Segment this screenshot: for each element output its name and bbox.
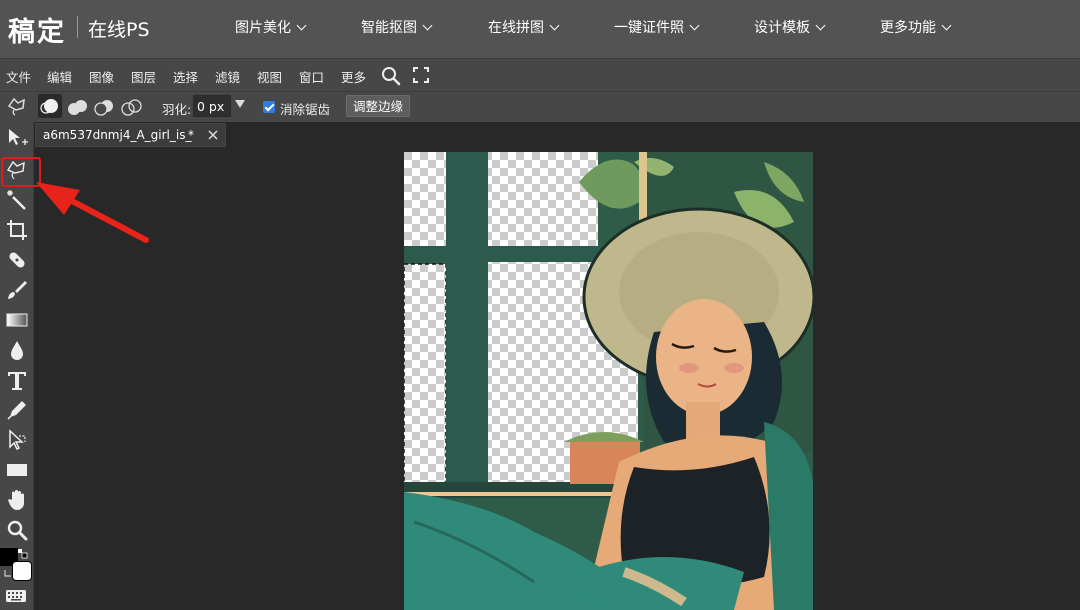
document-tab-title: a6m537dnmj4_A_girl_is_ <box>43 128 192 142</box>
document-modified-indicator: * <box>188 128 194 142</box>
feather-label: 羽化: <box>162 102 192 117</box>
zoom-tool-icon <box>7 520 27 540</box>
crop-tool[interactable] <box>4 217 29 242</box>
blur-tool-icon <box>10 340 23 360</box>
blur-tool[interactable] <box>4 337 29 362</box>
brush-tool-icon <box>7 280 27 299</box>
nav-label: 一键证件照 <box>614 20 684 36</box>
new-selection-icon <box>40 99 58 114</box>
magic-wand-tool[interactable] <box>4 187 29 212</box>
menu-select[interactable]: 选择 <box>173 67 198 86</box>
gradient-tool-icon <box>6 313 27 326</box>
nav-label: 在线拼图 <box>488 20 544 36</box>
nav-label: 设计模板 <box>754 20 810 36</box>
nav-label: 图片美化 <box>235 20 291 36</box>
new-selection-mode-button[interactable] <box>38 94 62 118</box>
background-color-swatch[interactable] <box>12 561 32 581</box>
reset-colors-icon[interactable] <box>3 568 13 578</box>
subtract-selection-icon[interactable] <box>93 96 117 118</box>
text-tool[interactable] <box>4 367 29 392</box>
menu-view[interactable]: 视图 <box>257 67 282 86</box>
menu-filter[interactable]: 滤镜 <box>215 67 240 86</box>
nav-label: 更多功能 <box>880 20 936 36</box>
document-tab[interactable]: a6m537dnmj4_A_girl_is_ * <box>35 123 226 147</box>
path-select-tool-icon <box>8 428 26 450</box>
fullscreen-icon[interactable] <box>412 65 430 85</box>
top-navigation: 稿定 在线PS 图片美化 智能抠图 在线拼图 一键证件照 设计模板 更多功能 <box>0 0 1080 58</box>
feather-dropdown-icon[interactable] <box>235 100 245 108</box>
tools-panel <box>0 121 34 610</box>
intersect-selection-icon[interactable] <box>120 96 144 118</box>
nav-smart-cutout[interactable]: 智能抠图 <box>361 17 433 37</box>
text-tool-icon <box>7 371 26 390</box>
healing-tool[interactable] <box>4 247 29 272</box>
add-selection-icon[interactable] <box>66 96 90 118</box>
nav-image-beautify[interactable]: 图片美化 <box>235 17 307 37</box>
nav-online-collage[interactable]: 在线拼图 <box>488 17 560 37</box>
canvas-image[interactable] <box>404 152 813 610</box>
polygonal-lasso-icon <box>7 97 25 116</box>
crop-tool-icon <box>6 219 27 240</box>
path-select-tool[interactable] <box>4 427 29 452</box>
chevron-down-icon <box>941 20 952 31</box>
brand-subtitle[interactable]: 在线PS <box>88 15 150 42</box>
nav-more-features[interactable]: 更多功能 <box>880 17 952 37</box>
menu-edit[interactable]: 编辑 <box>47 67 72 86</box>
menu-file[interactable]: 文件 <box>6 67 31 86</box>
rectangle-tool[interactable] <box>4 457 29 482</box>
zoom-tool[interactable] <box>4 517 29 542</box>
pen-tool-icon <box>6 400 26 420</box>
brand-divider <box>77 16 78 38</box>
chevron-down-icon <box>689 20 700 31</box>
keyboard-icon[interactable] <box>5 589 27 603</box>
nav-label: 智能抠图 <box>361 20 417 36</box>
menu-image[interactable]: 图像 <box>89 67 114 86</box>
hand-tool[interactable] <box>4 487 29 512</box>
brand-logo[interactable]: 稿定 <box>8 10 66 49</box>
chevron-down-icon <box>296 20 307 31</box>
close-icon[interactable] <box>207 129 219 141</box>
refine-edge-button[interactable]: 调整边缘 <box>346 95 411 117</box>
feather-input[interactable] <box>193 95 231 117</box>
hand-tool-icon <box>7 489 24 510</box>
red-annotation-arrow-icon <box>36 182 149 243</box>
gradient-tool[interactable] <box>4 307 29 332</box>
chevron-down-icon <box>549 20 560 31</box>
tool-options-bar: 羽化: 消除锯齿 调整边缘 <box>0 91 1080 122</box>
chevron-down-icon <box>815 20 826 31</box>
swap-colors-icon[interactable] <box>18 549 28 559</box>
move-tool-icon <box>8 128 28 145</box>
healing-tool-icon <box>8 251 25 268</box>
search-icon[interactable] <box>380 65 402 87</box>
menu-layer[interactable]: 图层 <box>131 67 156 86</box>
brush-tool[interactable] <box>4 277 29 302</box>
menu-more[interactable]: 更多 <box>341 67 366 86</box>
chevron-down-icon <box>422 20 433 31</box>
move-tool[interactable] <box>4 125 29 150</box>
menu-window[interactable]: 窗口 <box>299 67 324 86</box>
artwork-girl-with-hat-image <box>404 152 813 610</box>
nav-id-photo[interactable]: 一键证件照 <box>614 17 700 37</box>
rectangle-tool-icon <box>6 463 27 476</box>
magic-wand-tool-icon <box>6 189 26 210</box>
antialias-checkbox[interactable] <box>263 101 275 113</box>
nav-design-templates[interactable]: 设计模板 <box>754 17 826 37</box>
pen-tool[interactable] <box>4 397 29 422</box>
menu-bar: 文件 编辑 图像 图层 选择 滤镜 视图 窗口 更多 <box>0 58 1080 92</box>
antialias-label: 消除锯齿 <box>280 102 331 117</box>
